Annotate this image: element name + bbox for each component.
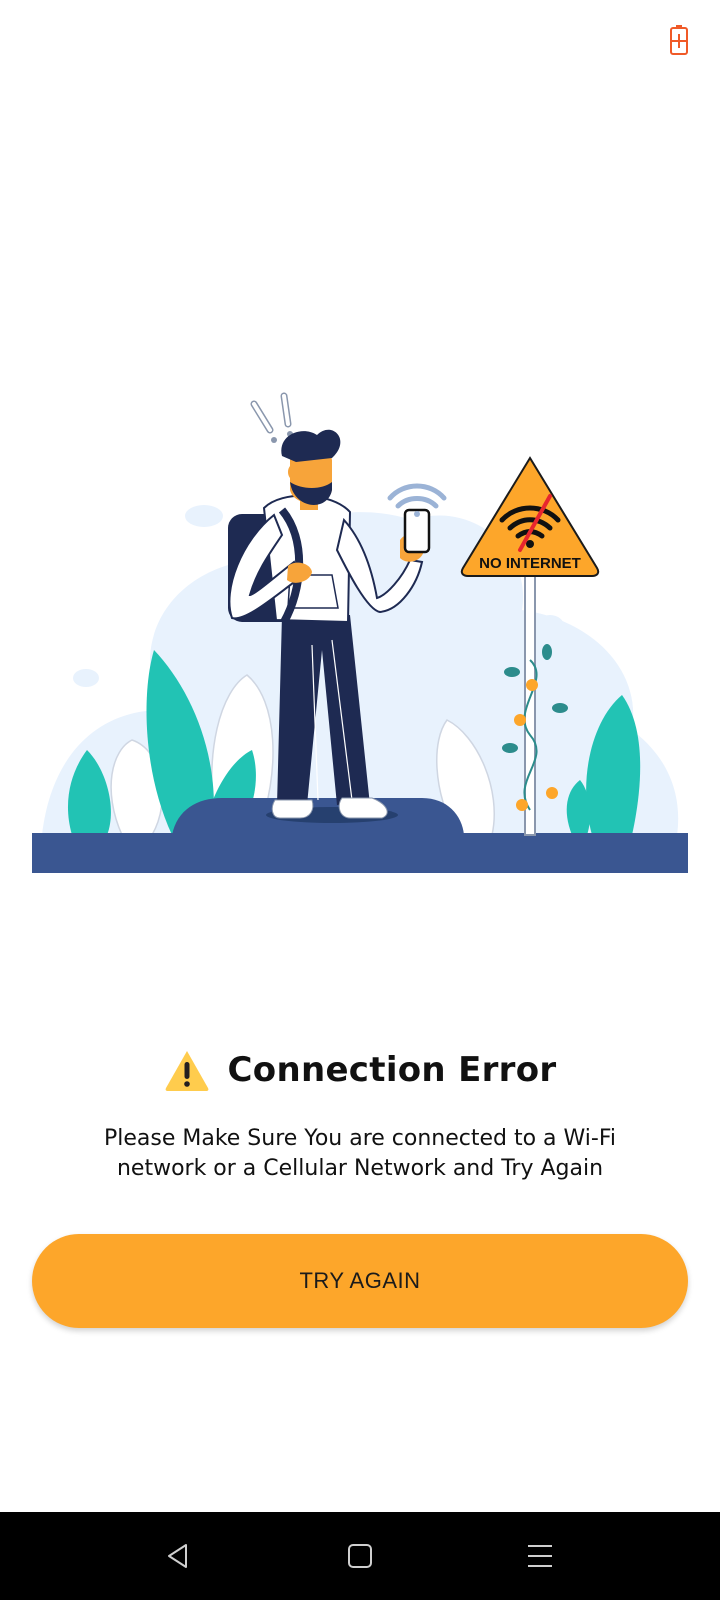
no-internet-illustration: NO INTERNET [32, 392, 688, 873]
back-button[interactable] [138, 1528, 218, 1584]
warning-icon [165, 1051, 208, 1091]
error-message: Please Make Sure You are connected to a … [103, 1126, 617, 1181]
connection-error-screen: NO INTERNET Connection Error Please Make… [0, 0, 720, 1600]
home-button[interactable] [320, 1528, 400, 1584]
try-again-label: TRY AGAIN [299, 1268, 421, 1293]
battery-charging-icon [670, 25, 688, 55]
try-again-button[interactable]: TRY AGAIN [32, 1234, 688, 1328]
error-header: Connection Error [0, 1040, 720, 1100]
menu-icon [528, 1545, 552, 1567]
svg-text:NO INTERNET: NO INTERNET [479, 555, 581, 572]
back-icon [168, 1544, 187, 1568]
menu-button[interactable] [500, 1528, 580, 1584]
error-title: Connection Error [227, 1050, 557, 1090]
home-icon [348, 1544, 372, 1568]
navigation-bar [0, 1512, 720, 1600]
